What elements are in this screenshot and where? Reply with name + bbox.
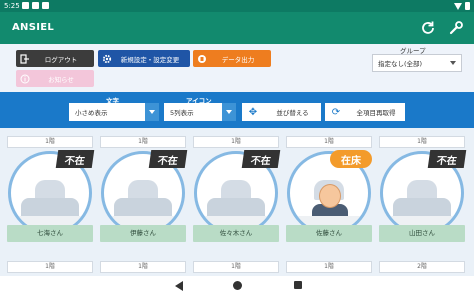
export-label: データ出力 bbox=[221, 55, 255, 64]
sort-label: 並び替える bbox=[276, 109, 309, 117]
status-badge: 在床 bbox=[330, 150, 372, 168]
settings-label: 新規設定・設定変更 bbox=[120, 55, 180, 64]
floor-label: 1階 bbox=[100, 261, 186, 273]
home-icon[interactable] bbox=[233, 281, 242, 290]
group-select[interactable]: 指定なし(全部) bbox=[372, 54, 462, 72]
icon-layout-dropdown[interactable]: 5列表示 bbox=[164, 103, 236, 121]
status-badge: 不在 bbox=[427, 150, 467, 168]
resident-name: 佐々木さん bbox=[193, 225, 279, 242]
move-icon: ✥ bbox=[248, 106, 258, 118]
sort-button[interactable]: ✥ 並び替える bbox=[242, 103, 321, 121]
floor-label: 1階 bbox=[7, 136, 93, 148]
reload-label: 全項目再取得 bbox=[356, 109, 396, 117]
reload-all-button[interactable]: ⟳ 全項目再取得 bbox=[325, 103, 405, 121]
notice-label: お知らせ bbox=[48, 75, 74, 84]
system-icons bbox=[454, 2, 470, 10]
resident-name: 佐藤さん bbox=[286, 225, 372, 242]
refresh-icon: ⟳ bbox=[331, 106, 341, 118]
chevron-down-icon bbox=[145, 103, 159, 121]
status-badge: 不在 bbox=[148, 150, 188, 168]
notification-icon bbox=[42, 2, 49, 9]
text-size-value: 小さめ表示 bbox=[75, 109, 108, 117]
floor-label: 1階 bbox=[100, 136, 186, 148]
notification-icon bbox=[22, 2, 29, 9]
export-icon bbox=[193, 50, 211, 67]
floor-label: 1階 bbox=[286, 261, 372, 273]
export-button[interactable]: データ出力 bbox=[193, 50, 271, 67]
app-bar: ANSIEL bbox=[0, 12, 474, 44]
refresh-icon[interactable] bbox=[420, 20, 436, 36]
status-badge: 不在 bbox=[55, 150, 95, 168]
app-title: ANSIEL bbox=[12, 22, 55, 33]
floor-label: 1階 bbox=[286, 136, 372, 148]
floor-label: 2階 bbox=[379, 261, 465, 273]
wifi-icon bbox=[454, 2, 462, 10]
floor-label: 1階 bbox=[193, 136, 279, 148]
settings-button[interactable]: 新規設定・設定変更 bbox=[98, 50, 190, 67]
back-icon[interactable] bbox=[175, 281, 183, 291]
logout-label: ログアウト bbox=[44, 55, 78, 64]
chevron-down-icon bbox=[450, 61, 456, 65]
text-size-dropdown[interactable]: 小さめ表示 bbox=[69, 103, 159, 121]
recent-apps-icon[interactable] bbox=[294, 281, 302, 289]
resident-name: 七海さん bbox=[7, 225, 93, 242]
resident-name: 山田さん bbox=[379, 225, 465, 242]
status-time: 5:25 bbox=[4, 2, 20, 10]
floor-label: 1階 bbox=[379, 136, 465, 148]
control-bar: 文字 小さめ表示 アイコン 5列表示 ✥ 並び替える ⟳ 全項目再取得 bbox=[0, 92, 474, 128]
status-badge: 不在 bbox=[241, 150, 281, 168]
notification-icons bbox=[22, 2, 49, 9]
status-bar: 5:25 bbox=[0, 0, 474, 12]
notification-icon bbox=[32, 2, 39, 9]
info-icon bbox=[16, 70, 34, 87]
floor-label: 1階 bbox=[7, 261, 93, 273]
floor-label: 1階 bbox=[193, 261, 279, 273]
logout-button[interactable]: ログアウト bbox=[16, 50, 94, 67]
logout-icon bbox=[16, 50, 34, 67]
notice-button[interactable]: お知らせ bbox=[16, 70, 94, 87]
battery-icon bbox=[465, 2, 470, 10]
group-select-value: 指定なし(全部) bbox=[378, 60, 423, 68]
room-grid: 1階 不在 七海さん 1階 不在 伊藤さん 1階 不在 佐々木さん 1階 在床 … bbox=[0, 128, 474, 276]
chevron-down-icon bbox=[222, 103, 236, 121]
wrench-icon[interactable] bbox=[448, 20, 464, 36]
gear-icon bbox=[98, 50, 116, 67]
resident-name: 伊藤さん bbox=[100, 225, 186, 242]
icon-layout-value: 5列表示 bbox=[170, 109, 194, 117]
system-nav-bar bbox=[0, 276, 474, 296]
